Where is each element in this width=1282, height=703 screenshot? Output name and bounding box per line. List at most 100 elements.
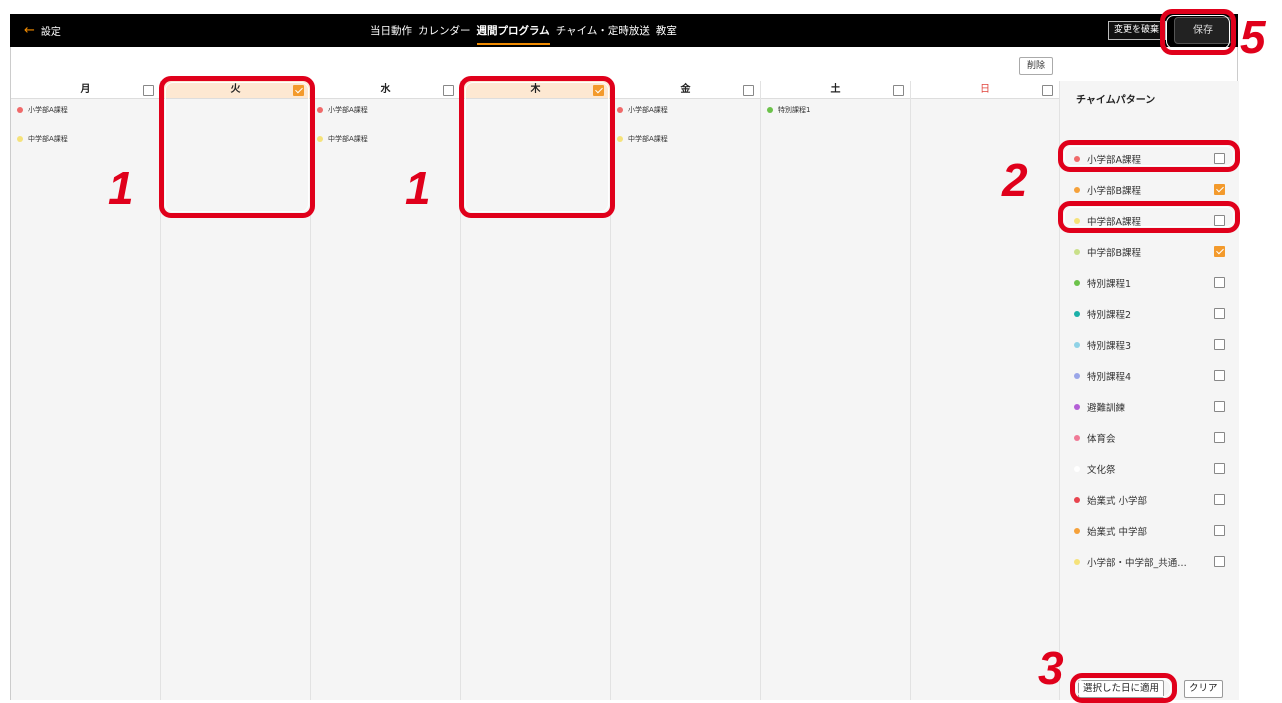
schedule-entry[interactable]: 中学部A課程: [11, 132, 160, 146]
schedule-entry[interactable]: 小学部A課程: [311, 103, 460, 117]
highlight-tuesday: [159, 76, 315, 218]
highlight-apply-button: [1070, 673, 1177, 703]
step-number-1-left: 1: [108, 162, 134, 214]
schedule-entry[interactable]: 小学部A課程: [611, 103, 760, 117]
day-checkbox[interactable]: [443, 85, 454, 96]
day-label: 日: [980, 84, 990, 95]
schedule-entry[interactable]: 中学部A課程: [611, 132, 760, 146]
color-dot-icon: [617, 107, 623, 113]
step-number-5: 5: [1240, 11, 1266, 63]
entry-label: 小学部A課程: [628, 106, 668, 114]
chime-pattern-item[interactable]: 始業式 中学部: [1074, 523, 1234, 539]
pattern-label: 体育会: [1087, 434, 1116, 445]
pattern-checkbox[interactable]: [1214, 432, 1225, 443]
pattern-checkbox[interactable]: [1214, 308, 1225, 319]
day-column[interactable]: 月小学部A課程中学部A課程: [11, 81, 161, 700]
day-checkbox[interactable]: [143, 85, 154, 96]
pattern-label: 特別課程2: [1087, 310, 1132, 321]
delete-button[interactable]: 削除: [1019, 57, 1054, 75]
pattern-label: 小学部B課程: [1087, 186, 1142, 197]
schedule-entry[interactable]: 特別課程1: [761, 103, 910, 117]
tab-calendar[interactable]: カレンダー: [418, 23, 471, 45]
color-dot-icon: [1074, 528, 1080, 534]
entry-label: 特別課程1: [778, 106, 811, 114]
pattern-checkbox[interactable]: [1214, 184, 1225, 195]
day-entries: [911, 99, 1059, 103]
back-label: 設定: [40, 27, 61, 38]
day-column[interactable]: 土特別課程1: [761, 81, 911, 700]
day-checkbox[interactable]: [743, 85, 754, 96]
color-dot-icon: [17, 107, 23, 113]
back-button[interactable]: ← 設定: [24, 23, 61, 38]
tab-weekly-program[interactable]: 週間プログラム: [476, 23, 550, 45]
pattern-checkbox[interactable]: [1214, 277, 1225, 288]
pattern-label: 中学部B課程: [1087, 248, 1142, 259]
tab-chime[interactable]: チャイム・定時放送: [556, 23, 650, 45]
color-dot-icon: [1074, 435, 1080, 441]
color-dot-icon: [1074, 187, 1080, 193]
day-header: 月: [11, 81, 160, 99]
color-dot-icon: [317, 136, 323, 142]
day-checkbox[interactable]: [1042, 85, 1053, 96]
tab-classroom[interactable]: 教室: [656, 23, 677, 45]
day-label: 月: [80, 84, 91, 95]
chime-pattern-item[interactable]: 小学部・中学部_共通…: [1074, 554, 1234, 570]
chime-pattern-item[interactable]: 文化祭: [1074, 461, 1234, 477]
pattern-checkbox[interactable]: [1214, 401, 1225, 412]
day-header: 土: [761, 81, 910, 99]
entry-label: 中学部A課程: [328, 135, 368, 143]
highlight-pattern-b-elementary: [1058, 140, 1240, 172]
entry-label: 小学部A課程: [328, 106, 368, 114]
chime-pattern-item[interactable]: 始業式 小学部: [1074, 492, 1234, 508]
day-column[interactable]: 金小学部A課程 中学部A課程: [611, 81, 761, 700]
arrow-left-icon: ←: [24, 23, 35, 38]
chime-pattern-item[interactable]: 小学部B課程: [1074, 182, 1234, 198]
chime-pattern-item[interactable]: 体育会: [1074, 430, 1234, 446]
day-header: 水: [311, 81, 460, 99]
entry-label: 中学部A課程: [628, 135, 668, 143]
pattern-label: 小学部・中学部_共通…: [1087, 558, 1187, 569]
day-label: 土: [830, 84, 841, 95]
chime-pattern-item[interactable]: 特別課程2: [1074, 306, 1234, 322]
pattern-label: 始業式 中学部: [1087, 527, 1148, 538]
schedule-entry[interactable]: 中学部A課程: [311, 132, 460, 146]
highlight-thursday: [459, 76, 615, 218]
day-header: 金: [611, 81, 760, 99]
app-window: ← 設定 当日動作 カレンダー 週間プログラム チャイム・定時放送 教室 変更を…: [0, 0, 1282, 703]
color-dot-icon: [1074, 497, 1080, 503]
pattern-checkbox[interactable]: [1214, 525, 1225, 536]
color-dot-icon: [617, 136, 623, 142]
highlight-save-button: [1160, 9, 1236, 55]
color-dot-icon: [1074, 342, 1080, 348]
color-dot-icon: [767, 107, 773, 113]
panel-title: チャイムパターン: [1076, 95, 1156, 106]
pattern-checkbox[interactable]: [1214, 494, 1225, 505]
chime-pattern-item[interactable]: 特別課程1: [1074, 275, 1234, 291]
pattern-checkbox[interactable]: [1214, 339, 1225, 350]
color-dot-icon: [1074, 466, 1080, 472]
chime-pattern-item[interactable]: 避難訓練: [1074, 399, 1234, 415]
day-column[interactable]: 日: [911, 81, 1060, 700]
top-bar: ← 設定 当日動作 カレンダー 週間プログラム チャイム・定時放送 教室 変更を…: [10, 14, 1238, 47]
pattern-checkbox[interactable]: [1214, 370, 1225, 381]
highlight-pattern-b-junior: [1058, 201, 1240, 233]
chime-pattern-item[interactable]: 特別課程4: [1074, 368, 1234, 384]
day-header: 日: [911, 81, 1059, 99]
chime-pattern-item[interactable]: 特別課程3: [1074, 337, 1234, 353]
day-checkbox[interactable]: [893, 85, 904, 96]
schedule-entry[interactable]: 小学部A課程: [11, 103, 160, 117]
tab-today[interactable]: 当日動作: [370, 23, 412, 45]
day-label: 金: [680, 84, 691, 95]
chime-pattern-item[interactable]: 中学部B課程: [1074, 244, 1234, 260]
day-label: 水: [380, 84, 391, 95]
pattern-label: 特別課程1: [1087, 279, 1132, 290]
pattern-label: 始業式 小学部: [1087, 496, 1148, 507]
pattern-checkbox[interactable]: [1214, 556, 1225, 567]
clear-button[interactable]: クリア: [1184, 680, 1223, 698]
day-column[interactable]: 水小学部A課程 中学部A課程: [311, 81, 461, 700]
pattern-label: 特別課程3: [1087, 341, 1132, 352]
entry-label: 小学部A課程: [28, 106, 68, 114]
pattern-checkbox[interactable]: [1214, 246, 1225, 257]
pattern-checkbox[interactable]: [1214, 463, 1225, 474]
discard-changes-button[interactable]: 変更を破棄: [1108, 21, 1166, 40]
